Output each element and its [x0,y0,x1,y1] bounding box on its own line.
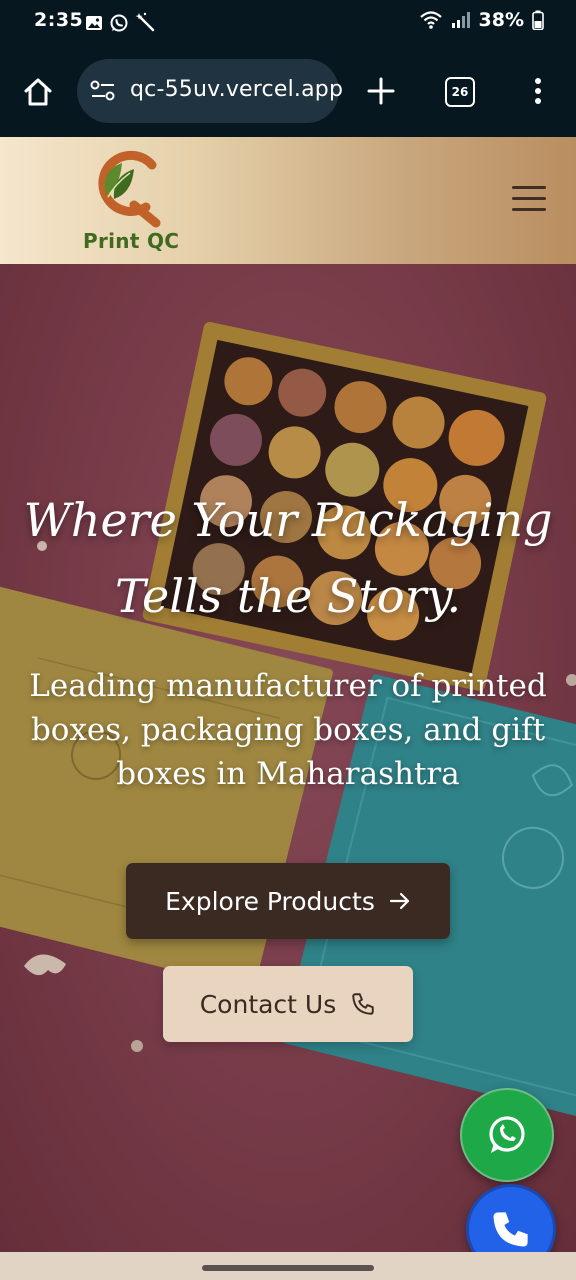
battery-icon [532,10,544,30]
new-tab-button[interactable] [364,74,398,108]
hero-title-line1: Where Your Packaging [23,493,553,547]
more-menu-button[interactable] [523,74,553,108]
home-button[interactable] [20,74,56,110]
home-icon [24,78,52,106]
battery-percent: 38% [478,9,524,31]
site-settings-icon[interactable] [90,79,116,103]
phone-icon [352,993,374,1015]
url-text: qc-55uv.vercel.app [130,77,344,102]
new-tab-icon [367,77,395,105]
explore-products-label: Explore Products [165,886,375,916]
hero-title-line2: Tells the Story. [114,569,462,623]
gesture-bar[interactable] [202,1265,374,1271]
hamburger-icon [512,186,546,189]
signal-icon [451,12,470,28]
phone-icon [493,1212,528,1247]
hero-subtitle: Leading manufacturer of printed boxes, p… [29,668,547,792]
whatsapp-icon [489,1116,525,1153]
whatsapp-icon [110,14,128,32]
system-status: 38% [419,9,544,31]
menu-button[interactable] [512,186,546,214]
hamburger-line [512,197,546,200]
magic-wand-icon [135,12,155,32]
contact-us-button[interactable]: Contact Us [163,966,413,1042]
brand-name: Print QC [83,229,180,253]
tabs-icon: 26 [445,77,475,107]
tabs-button[interactable]: 26 [443,75,477,109]
contact-us-label: Contact Us [199,989,337,1019]
explore-products-button[interactable]: Explore Products [126,863,450,939]
logo-icon[interactable] [90,143,170,229]
site-header: Print QC [0,137,576,264]
status-time: 2:35 [34,9,84,31]
browser-toolbar: qc-55uv.vercel.app 26 [0,44,576,136]
more-menu-icon [535,78,541,104]
whatsapp-chat-button[interactable] [460,1088,554,1182]
notification-icons [85,12,157,34]
gallery-icon [86,16,102,30]
hamburger-line [512,208,546,211]
hero-title: Where Your Packaging Tells the Story. [0,482,576,634]
wifi-icon [419,11,442,29]
status-bar: 2:35 38% [0,0,576,44]
arrow-right-icon [389,892,409,910]
address-bar[interactable]: qc-55uv.vercel.app [77,59,343,123]
